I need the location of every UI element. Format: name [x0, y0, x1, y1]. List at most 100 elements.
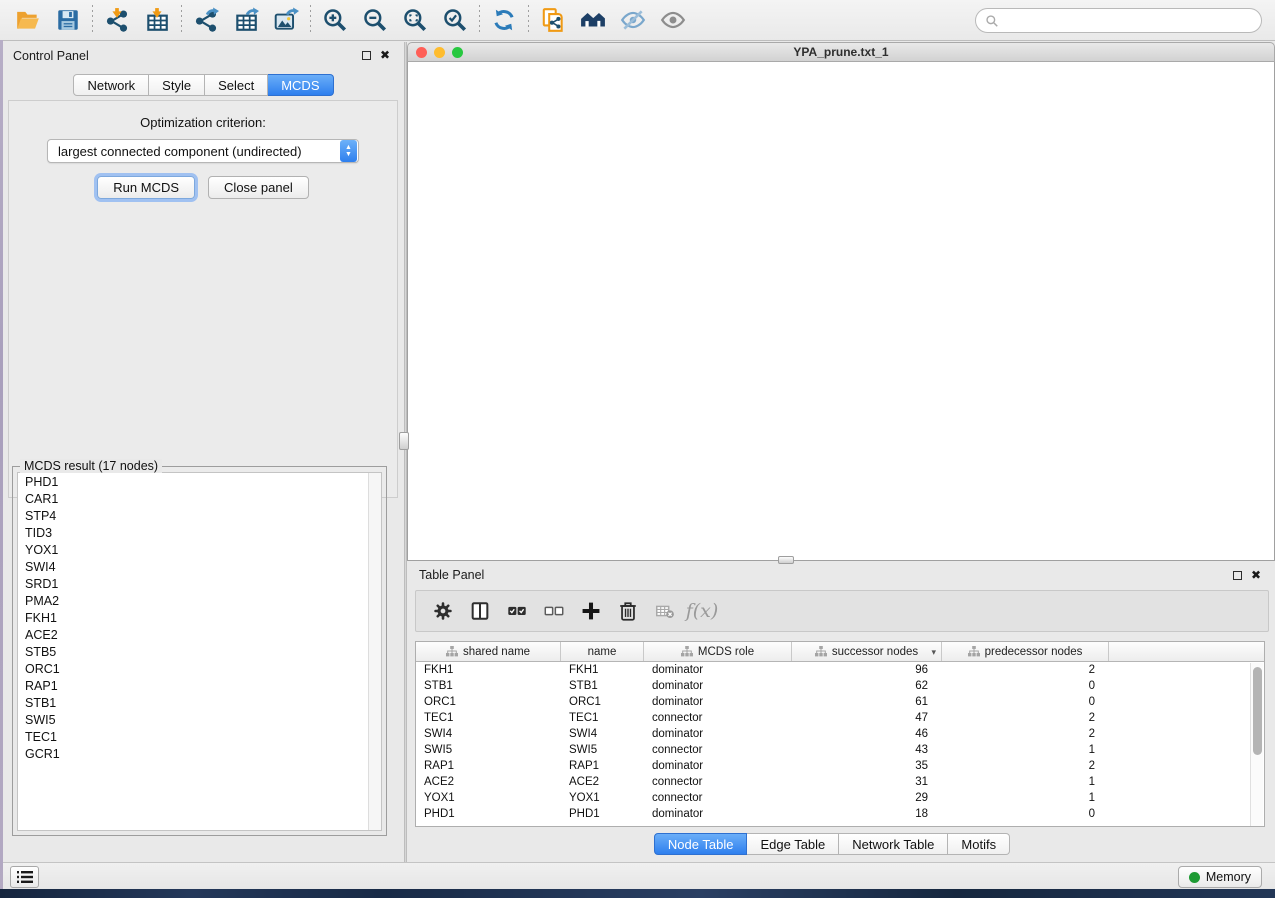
cell-shared-name: SWI5 [416, 744, 561, 756]
columns-icon[interactable] [465, 596, 495, 626]
mcds-result-item[interactable]: SWI5 [18, 711, 381, 728]
cell-name: FKH1 [561, 664, 644, 676]
mcds-result-item[interactable]: SWI4 [18, 558, 381, 575]
tab-network[interactable]: Network [73, 74, 149, 96]
tab-style[interactable]: Style [149, 74, 205, 96]
mcds-result-item[interactable]: PHD1 [18, 473, 381, 490]
cell-predecessor-nodes: 1 [942, 792, 1109, 804]
table-tab-network-table[interactable]: Network Table [839, 833, 948, 855]
mcds-list-scrollbar[interactable] [368, 473, 381, 830]
table-row[interactable]: FKH1FKH1dominator962 [416, 662, 1264, 678]
table-toolbar: f(x) [415, 590, 1269, 632]
table-row[interactable]: ACE2ACE2connector311 [416, 774, 1264, 790]
mcds-result-list[interactable]: PHD1CAR1STP4TID3YOX1SWI4SRD1PMA2FKH1ACE2… [17, 472, 382, 831]
window-minimize-icon[interactable] [434, 47, 445, 58]
table-tab-edge-table[interactable]: Edge Table [747, 833, 839, 855]
mcds-result-item[interactable]: STB1 [18, 694, 381, 711]
mcds-result-item[interactable]: SRD1 [18, 575, 381, 592]
criterion-dropdown[interactable]: largest connected component (undirected)… [47, 139, 359, 163]
float-table-panel-icon[interactable] [1233, 571, 1242, 580]
network-window-titlebar[interactable]: YPA_prune.txt_1 [407, 42, 1275, 62]
mcds-result-item[interactable]: TEC1 [18, 728, 381, 745]
column-header-successor-nodes[interactable]: successor nodes▾ [792, 642, 942, 661]
table-row[interactable]: SWI4SWI4dominator462 [416, 726, 1264, 742]
node-table[interactable]: shared namenameMCDS rolesuccessor nodes▾… [415, 641, 1265, 827]
table-row[interactable]: TEC1TEC1connector472 [416, 710, 1264, 726]
cell-shared-name: ACE2 [416, 776, 561, 788]
deselect-all-icon[interactable] [539, 596, 569, 626]
table-row[interactable]: STB1STB1dominator620 [416, 678, 1264, 694]
table-scrollbar[interactable] [1250, 663, 1263, 827]
zoom-in-icon[interactable] [315, 3, 355, 37]
menu-list-button[interactable] [10, 866, 39, 888]
column-header-shared-name[interactable]: shared name [416, 642, 561, 661]
duplicate-network-icon[interactable] [533, 3, 573, 37]
add-row-icon[interactable] [576, 596, 606, 626]
cell-shared-name: STB1 [416, 680, 561, 692]
open-file-icon[interactable] [8, 3, 48, 37]
table-row[interactable]: SWI5SWI5connector431 [416, 742, 1264, 758]
table-scrollbar-thumb[interactable] [1253, 667, 1262, 755]
table-row[interactable]: PHD1PHD1dominator180 [416, 806, 1264, 822]
table-row[interactable]: YOX1YOX1connector291 [416, 790, 1264, 806]
window-maximize-icon[interactable] [452, 47, 463, 58]
float-panel-icon[interactable] [362, 51, 371, 60]
export-network-icon[interactable] [186, 3, 226, 37]
mcds-result-item[interactable]: PMA2 [18, 592, 381, 609]
show-eye-icon[interactable] [653, 3, 693, 37]
window-close-icon[interactable] [416, 47, 427, 58]
gear-icon[interactable] [428, 596, 458, 626]
select-all-icon[interactable] [502, 596, 532, 626]
refresh-layout-icon[interactable] [484, 3, 524, 37]
trash-icon[interactable] [613, 596, 643, 626]
table-tab-motifs[interactable]: Motifs [948, 833, 1010, 855]
mcds-result-item[interactable]: STB5 [18, 643, 381, 660]
zoom-out-icon[interactable] [355, 3, 395, 37]
search-input[interactable] [999, 11, 1261, 31]
column-header-MCDS-role[interactable]: MCDS role [644, 642, 792, 661]
mcds-result-item[interactable]: YOX1 [18, 541, 381, 558]
column-header-predecessor-nodes[interactable]: predecessor nodes [942, 642, 1109, 661]
import-table-icon[interactable] [137, 3, 177, 37]
mcds-result-item[interactable]: RAP1 [18, 677, 381, 694]
close-table-panel-icon[interactable]: ✖ [1251, 571, 1261, 580]
run-mcds-button[interactable]: Run MCDS [97, 176, 195, 199]
cell-name: SWI4 [561, 728, 644, 740]
memory-button[interactable]: Memory [1178, 866, 1262, 888]
mcds-tab-content: Optimization criterion: largest connecte… [8, 100, 398, 498]
zoom-fit-icon[interactable] [395, 3, 435, 37]
dropdown-stepper-icon: ▲▼ [340, 140, 357, 162]
save-session-icon[interactable] [48, 3, 88, 37]
mcds-result-item[interactable]: ORC1 [18, 660, 381, 677]
toolbar-separator [528, 5, 529, 35]
cell-MCDS-role: connector [644, 712, 792, 724]
tab-mcds[interactable]: MCDS [268, 74, 333, 96]
search-icon [985, 14, 999, 28]
search-box[interactable] [975, 8, 1262, 33]
splitter-handle[interactable] [399, 432, 409, 450]
table-row[interactable]: RAP1RAP1dominator352 [416, 758, 1264, 774]
memory-label: Memory [1206, 870, 1251, 884]
desktop-edge-left [0, 40, 3, 890]
export-image-icon[interactable] [266, 3, 306, 37]
zoom-selected-icon[interactable] [435, 3, 475, 37]
mcds-result-item[interactable]: ACE2 [18, 626, 381, 643]
mcds-result-item[interactable]: TID3 [18, 524, 381, 541]
mcds-result-item[interactable]: GCR1 [18, 745, 381, 762]
tab-select[interactable]: Select [205, 74, 268, 96]
export-table-icon[interactable] [226, 3, 266, 37]
control-panel-tabbar: NetworkStyleSelectMCDS [3, 74, 404, 96]
table-row[interactable]: ORC1ORC1dominator610 [416, 694, 1264, 710]
mcds-result-item[interactable]: STP4 [18, 507, 381, 524]
mcds-result-item[interactable]: CAR1 [18, 490, 381, 507]
table-tab-node-table[interactable]: Node Table [654, 833, 748, 855]
mcds-result-item[interactable]: FKH1 [18, 609, 381, 626]
home-houses-icon[interactable] [573, 3, 613, 37]
import-network-icon[interactable] [97, 3, 137, 37]
close-panel-button[interactable]: Close panel [208, 176, 309, 199]
close-panel-icon[interactable]: ✖ [380, 51, 390, 60]
network-canvas[interactable] [407, 62, 1275, 561]
horizontal-splitter-handle[interactable] [778, 556, 794, 564]
column-header-name[interactable]: name [561, 642, 644, 661]
hide-eye-icon[interactable] [613, 3, 653, 37]
